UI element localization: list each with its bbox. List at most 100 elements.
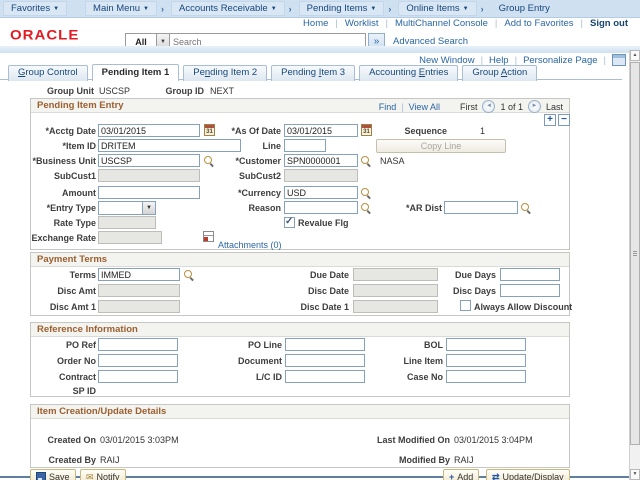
tab-group-action[interactable]: Group Action xyxy=(462,65,538,81)
ar-dist-input[interactable] xyxy=(444,201,518,214)
breadcrumb-separator: › xyxy=(160,3,164,14)
next-row-icon[interactable]: ► xyxy=(527,100,541,113)
disc-amt-input xyxy=(98,284,180,297)
po-ref-input[interactable] xyxy=(98,338,178,351)
lookup-icon[interactable] xyxy=(361,188,371,198)
update-display-button[interactable]: ⇄ Update/Display xyxy=(486,469,570,480)
view-all-link[interactable]: View All xyxy=(409,102,440,112)
group-id-value: NEXT xyxy=(210,86,235,96)
vertical-scrollbar[interactable]: ▲ ▼ xyxy=(629,50,640,480)
exchange-rate-detail-icon[interactable] xyxy=(203,231,214,242)
entry-type-select[interactable]: ▼ xyxy=(98,201,156,215)
currency-input[interactable] xyxy=(284,186,358,199)
find-link[interactable]: Find xyxy=(379,102,397,112)
revalue-flg-label: Revalue Flg xyxy=(298,218,349,228)
due-days-input[interactable] xyxy=(500,268,560,281)
add-icon: + xyxy=(449,472,455,480)
entry-type-label: *Entry Type xyxy=(46,203,96,213)
sign-out-link[interactable]: Sign out xyxy=(590,18,628,29)
scroll-up-icon[interactable]: ▲ xyxy=(630,50,640,61)
section-title: Reference Information xyxy=(37,324,138,335)
bol-label: BOL xyxy=(424,340,443,350)
tab-pending-item-1[interactable]: Pending Item 1 xyxy=(91,64,180,81)
acctg-date-input[interactable] xyxy=(98,124,200,137)
new-window-icon[interactable] xyxy=(612,54,626,66)
revalue-flg-checkbox[interactable]: ✓ xyxy=(284,216,295,228)
subcust1-label: SubCust1 xyxy=(53,171,96,181)
scrollbar-thumb[interactable] xyxy=(630,62,640,445)
lc-id-input[interactable] xyxy=(285,370,365,383)
tab-accounting-entries[interactable]: Accounting Entries xyxy=(359,65,459,81)
previous-row-icon[interactable]: ◄ xyxy=(482,100,496,113)
line-input[interactable] xyxy=(284,139,326,152)
subcust2-label: SubCust2 xyxy=(238,171,281,181)
created-on-label: Created On xyxy=(47,435,96,445)
breadcrumb-main-menu[interactable]: Main Menu ▼ xyxy=(85,1,157,16)
line-label: Line xyxy=(262,141,281,151)
case-no-input[interactable] xyxy=(446,370,526,383)
as-of-date-input[interactable] xyxy=(284,124,358,137)
scroll-down-icon[interactable]: ▼ xyxy=(630,469,640,480)
po-line-input[interactable] xyxy=(285,338,365,351)
currency-label: *Currency xyxy=(237,188,281,198)
first-label: First xyxy=(459,101,478,112)
subcust2-input xyxy=(284,169,358,182)
acctg-date-label: *Acctg Date xyxy=(45,126,96,136)
terms-input[interactable] xyxy=(98,268,180,281)
breadcrumb-pending-items[interactable]: Pending Items ▼ xyxy=(298,1,385,16)
exchange-rate-label: Exchange Rate xyxy=(31,233,96,243)
lookup-icon[interactable] xyxy=(361,203,371,213)
tab-pending-item-3[interactable]: Pending Item 3 xyxy=(271,65,356,81)
due-date-label: Due Date xyxy=(309,270,349,280)
item-id-input[interactable] xyxy=(98,139,241,152)
amount-input[interactable] xyxy=(98,186,200,199)
add-row-button[interactable]: + xyxy=(544,114,556,126)
order-no-label: Order No xyxy=(56,356,96,366)
bol-input[interactable] xyxy=(446,338,526,351)
disc-amt1-label: Disc Amt 1 xyxy=(49,302,96,312)
contract-input[interactable] xyxy=(98,370,178,383)
separator: | xyxy=(335,18,338,29)
lookup-icon[interactable] xyxy=(361,156,371,166)
tab-pending-item-2[interactable]: Pending Item 2 xyxy=(183,65,268,81)
tab-group-control[interactable]: Group Control xyxy=(8,65,88,81)
add-button[interactable]: + Add xyxy=(443,469,480,480)
customer-input[interactable] xyxy=(284,154,358,167)
section-header: Payment Terms xyxy=(31,253,569,267)
add-to-favorites-link[interactable]: Add to Favorites xyxy=(504,18,573,29)
separator: | xyxy=(385,18,388,29)
disc-days-label: Disc Days xyxy=(452,286,496,296)
ar-dist-label: *AR Dist xyxy=(405,203,442,213)
lookup-icon[interactable] xyxy=(184,270,194,280)
save-button[interactable]: Save xyxy=(30,469,76,480)
disc-days-input[interactable] xyxy=(500,284,560,297)
due-date-input xyxy=(353,268,438,281)
order-no-input[interactable] xyxy=(98,354,178,367)
lookup-icon[interactable] xyxy=(521,203,531,213)
breadcrumb-accounts-receivable[interactable]: Accounts Receivable ▼ xyxy=(170,1,285,16)
worklist-link[interactable]: Worklist xyxy=(345,18,379,29)
modified-by-label: Modified By xyxy=(399,455,450,465)
group-entry-page: Favorites ▼ Main Menu ▼ › Accounts Receiva… xyxy=(0,0,640,480)
home-link[interactable]: Home xyxy=(303,18,328,29)
notify-button[interactable]: ✉ Notify xyxy=(80,469,126,480)
envelope-icon: ✉ xyxy=(86,471,94,480)
check-icon: ✓ xyxy=(285,216,294,227)
contract-label: Contract xyxy=(58,372,96,382)
calendar-icon[interactable]: 31 xyxy=(361,124,372,136)
delete-row-button[interactable]: − xyxy=(558,114,570,126)
document-input[interactable] xyxy=(285,354,365,367)
due-days-label: Due Days xyxy=(454,270,496,280)
multichannel-console-link[interactable]: MultiChannel Console xyxy=(395,18,488,29)
save-icon xyxy=(36,472,46,480)
breadcrumb-online-items[interactable]: Online Items ▼ xyxy=(398,1,477,16)
attachments-link[interactable]: Attachments (0) xyxy=(218,240,282,250)
always-allow-discount-checkbox[interactable] xyxy=(460,300,471,311)
line-item-input[interactable] xyxy=(446,354,526,367)
business-unit-input[interactable] xyxy=(98,154,200,167)
breadcrumb-favorites[interactable]: Favorites ▼ xyxy=(3,1,68,16)
separator: | xyxy=(603,54,606,66)
business-unit-label: *Business Unit xyxy=(32,156,96,166)
tab-bar: Group Control Pending Item 1 Pending Ite… xyxy=(8,64,541,81)
reason-input[interactable] xyxy=(284,201,358,214)
